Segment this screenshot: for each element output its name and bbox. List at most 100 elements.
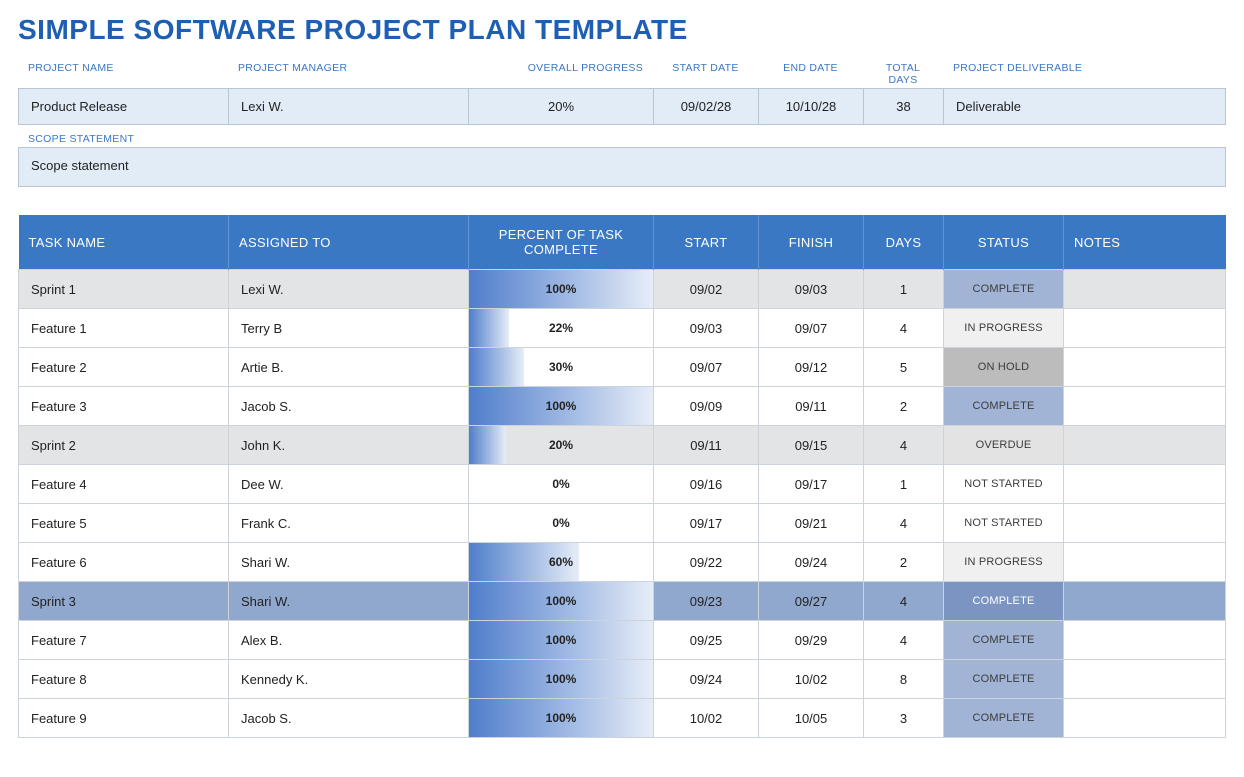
value-project-name[interactable]: Product Release <box>19 89 229 124</box>
cell-task-name[interactable]: Feature 8 <box>19 660 229 699</box>
cell-task-name[interactable]: Feature 7 <box>19 621 229 660</box>
cell-days[interactable]: 5 <box>864 348 944 387</box>
cell-percent-complete[interactable]: 100% <box>469 582 654 621</box>
cell-percent-complete[interactable]: 100% <box>469 699 654 738</box>
cell-status[interactable]: COMPLETE <box>944 387 1064 426</box>
cell-percent-complete[interactable]: 22% <box>469 309 654 348</box>
task-row[interactable]: Feature 8Kennedy K.100%09/2410/028COMPLE… <box>19 660 1226 699</box>
cell-status[interactable]: COMPLETE <box>944 621 1064 660</box>
cell-task-name[interactable]: Feature 2 <box>19 348 229 387</box>
task-row[interactable]: Feature 7Alex B.100%09/2509/294COMPLETE <box>19 621 1226 660</box>
cell-days[interactable]: 1 <box>864 270 944 309</box>
cell-finish[interactable]: 09/03 <box>759 270 864 309</box>
cell-status[interactable]: NOT STARTED <box>944 465 1064 504</box>
cell-finish[interactable]: 09/17 <box>759 465 864 504</box>
cell-status[interactable]: NOT STARTED <box>944 504 1064 543</box>
cell-assigned-to[interactable]: Jacob S. <box>229 387 469 426</box>
cell-days[interactable]: 4 <box>864 582 944 621</box>
cell-start[interactable]: 09/09 <box>654 387 759 426</box>
cell-start[interactable]: 09/22 <box>654 543 759 582</box>
cell-notes[interactable] <box>1064 582 1226 621</box>
cell-days[interactable]: 2 <box>864 387 944 426</box>
value-deliverable[interactable]: Deliverable <box>944 89 1225 124</box>
task-row[interactable]: Feature 9Jacob S.100%10/0210/053COMPLETE <box>19 699 1226 738</box>
cell-finish[interactable]: 09/07 <box>759 309 864 348</box>
cell-start[interactable]: 09/07 <box>654 348 759 387</box>
cell-task-name[interactable]: Sprint 1 <box>19 270 229 309</box>
cell-notes[interactable] <box>1064 465 1226 504</box>
cell-start[interactable]: 09/24 <box>654 660 759 699</box>
cell-finish[interactable]: 10/02 <box>759 660 864 699</box>
cell-notes[interactable] <box>1064 699 1226 738</box>
value-scope-statement[interactable]: Scope statement <box>18 147 1226 187</box>
cell-task-name[interactable]: Feature 9 <box>19 699 229 738</box>
cell-start[interactable]: 09/23 <box>654 582 759 621</box>
cell-finish[interactable]: 09/15 <box>759 426 864 465</box>
cell-task-name[interactable]: Feature 6 <box>19 543 229 582</box>
cell-finish[interactable]: 09/27 <box>759 582 864 621</box>
cell-percent-complete[interactable]: 100% <box>469 387 654 426</box>
cell-notes[interactable] <box>1064 348 1226 387</box>
cell-status[interactable]: ON HOLD <box>944 348 1064 387</box>
task-row[interactable]: Feature 2Artie B.30%09/0709/125ON HOLD <box>19 348 1226 387</box>
cell-start[interactable]: 09/03 <box>654 309 759 348</box>
cell-finish[interactable]: 09/21 <box>759 504 864 543</box>
cell-days[interactable]: 4 <box>864 504 944 543</box>
cell-notes[interactable] <box>1064 270 1226 309</box>
cell-notes[interactable] <box>1064 309 1226 348</box>
cell-finish[interactable]: 09/12 <box>759 348 864 387</box>
cell-assigned-to[interactable]: Alex B. <box>229 621 469 660</box>
cell-assigned-to[interactable]: Shari W. <box>229 582 469 621</box>
cell-start[interactable]: 09/17 <box>654 504 759 543</box>
cell-percent-complete[interactable]: 100% <box>469 270 654 309</box>
cell-start[interactable]: 09/11 <box>654 426 759 465</box>
cell-notes[interactable] <box>1064 543 1226 582</box>
cell-percent-complete[interactable]: 0% <box>469 504 654 543</box>
task-row[interactable]: Feature 3Jacob S.100%09/0909/112COMPLETE <box>19 387 1226 426</box>
task-row[interactable]: Sprint 2John K.20%09/1109/154OVERDUE <box>19 426 1226 465</box>
task-row[interactable]: Sprint 3Shari W.100%09/2309/274COMPLETE <box>19 582 1226 621</box>
cell-assigned-to[interactable]: Jacob S. <box>229 699 469 738</box>
cell-assigned-to[interactable]: John K. <box>229 426 469 465</box>
cell-notes[interactable] <box>1064 660 1226 699</box>
cell-status[interactable]: COMPLETE <box>944 582 1064 621</box>
cell-assigned-to[interactable]: Frank C. <box>229 504 469 543</box>
cell-notes[interactable] <box>1064 621 1226 660</box>
cell-task-name[interactable]: Feature 4 <box>19 465 229 504</box>
cell-finish[interactable]: 09/11 <box>759 387 864 426</box>
cell-days[interactable]: 1 <box>864 465 944 504</box>
cell-start[interactable]: 09/25 <box>654 621 759 660</box>
cell-percent-complete[interactable]: 30% <box>469 348 654 387</box>
cell-finish[interactable]: 10/05 <box>759 699 864 738</box>
cell-percent-complete[interactable]: 60% <box>469 543 654 582</box>
value-project-manager[interactable]: Lexi W. <box>229 89 469 124</box>
cell-assigned-to[interactable]: Terry B <box>229 309 469 348</box>
cell-assigned-to[interactable]: Kennedy K. <box>229 660 469 699</box>
cell-notes[interactable] <box>1064 426 1226 465</box>
cell-start[interactable]: 10/02 <box>654 699 759 738</box>
cell-percent-complete[interactable]: 100% <box>469 621 654 660</box>
cell-assigned-to[interactable]: Lexi W. <box>229 270 469 309</box>
cell-days[interactable]: 4 <box>864 621 944 660</box>
cell-status[interactable]: COMPLETE <box>944 660 1064 699</box>
cell-start[interactable]: 09/16 <box>654 465 759 504</box>
cell-status[interactable]: COMPLETE <box>944 699 1064 738</box>
cell-status[interactable]: OVERDUE <box>944 426 1064 465</box>
task-row[interactable]: Feature 4Dee W.0%09/1609/171NOT STARTED <box>19 465 1226 504</box>
cell-assigned-to[interactable]: Shari W. <box>229 543 469 582</box>
cell-status[interactable]: IN PROGRESS <box>944 543 1064 582</box>
task-row[interactable]: Feature 1Terry B22%09/0309/074IN PROGRES… <box>19 309 1226 348</box>
cell-days[interactable]: 4 <box>864 426 944 465</box>
task-row[interactable]: Feature 5Frank C.0%09/1709/214NOT STARTE… <box>19 504 1226 543</box>
task-row[interactable]: Feature 6Shari W.60%09/2209/242IN PROGRE… <box>19 543 1226 582</box>
cell-assigned-to[interactable]: Artie B. <box>229 348 469 387</box>
cell-days[interactable]: 2 <box>864 543 944 582</box>
cell-task-name[interactable]: Feature 3 <box>19 387 229 426</box>
cell-days[interactable]: 8 <box>864 660 944 699</box>
cell-status[interactable]: IN PROGRESS <box>944 309 1064 348</box>
cell-percent-complete[interactable]: 20% <box>469 426 654 465</box>
cell-finish[interactable]: 09/24 <box>759 543 864 582</box>
cell-task-name[interactable]: Sprint 3 <box>19 582 229 621</box>
cell-task-name[interactable]: Sprint 2 <box>19 426 229 465</box>
value-start-date[interactable]: 09/02/28 <box>654 89 759 124</box>
